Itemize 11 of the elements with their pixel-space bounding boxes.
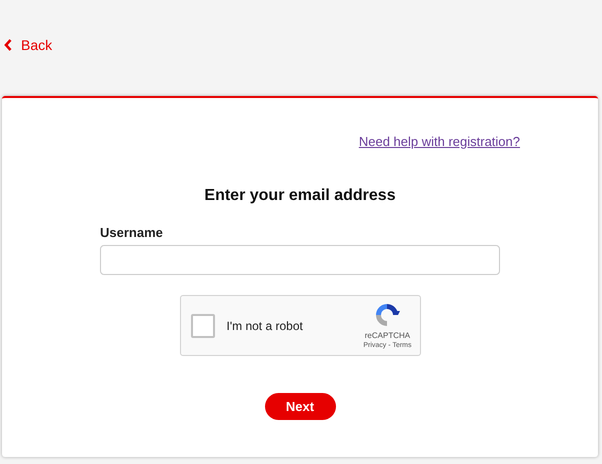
username-label: Username bbox=[100, 225, 164, 240]
chevron-left-icon bbox=[4, 39, 12, 51]
back-link[interactable]: Back bbox=[4, 37, 52, 53]
recaptcha-logo-icon bbox=[374, 302, 400, 328]
next-button[interactable]: Next bbox=[264, 393, 336, 420]
help-link[interactable]: Need help with registration? bbox=[358, 134, 520, 149]
captcha-checkbox[interactable] bbox=[190, 314, 214, 338]
form-heading: Enter your email address bbox=[204, 187, 396, 205]
captcha-brand: reCAPTCHA bbox=[364, 331, 410, 340]
username-field[interactable] bbox=[100, 245, 500, 275]
captcha-label: I'm not a robot bbox=[226, 318, 304, 332]
